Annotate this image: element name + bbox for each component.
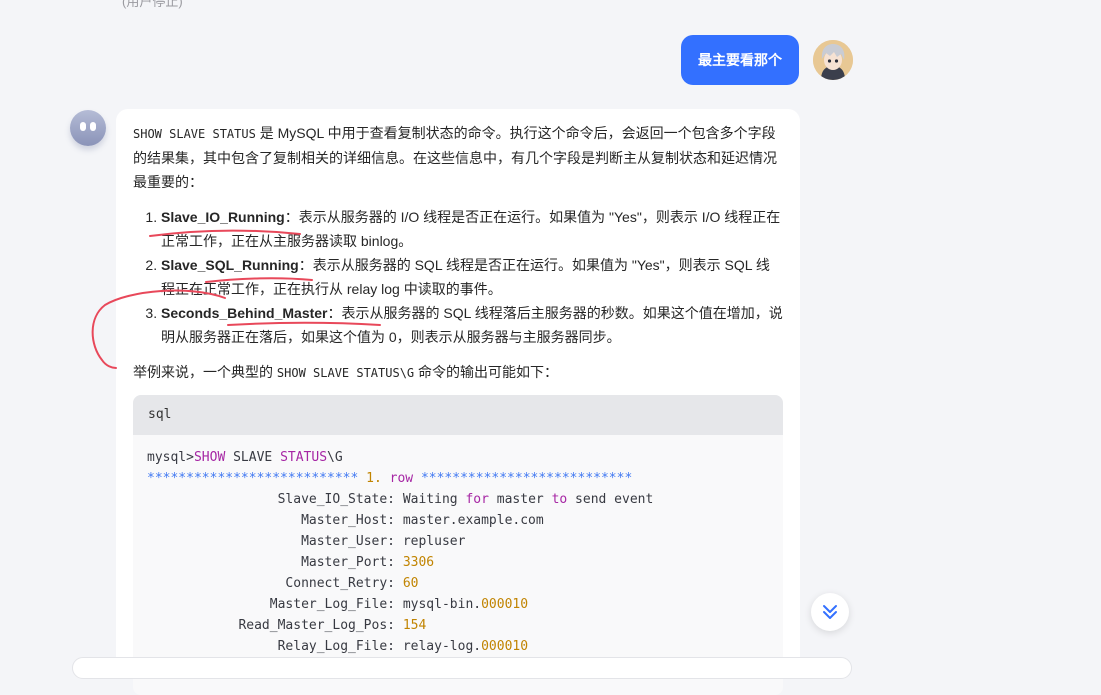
scroll-to-bottom-button[interactable] — [811, 593, 849, 631]
user-avatar[interactable] — [813, 40, 853, 80]
anime-avatar-icon — [813, 40, 853, 80]
example-lead: 举例来说，一个典型的 SHOW SLAVE STATUS\G 命令的输出可能如下… — [133, 360, 783, 385]
code-lang-label: sql — [133, 395, 783, 435]
code-line: Master_Port: 3306 — [301, 555, 435, 570]
code-line: Master_User: repluser — [301, 534, 466, 549]
answer-content: SHOW SLAVE STATUS 是 MySQL 中用于查看复制状态的命令。执… — [133, 121, 783, 695]
inline-code: SHOW SLAVE STATUS — [133, 127, 256, 141]
avatar-eye-icon — [90, 122, 96, 131]
avatar-eye-icon — [80, 122, 86, 131]
stopped-note: (用户停止) — [122, 0, 183, 9]
assistant-avatar — [70, 110, 106, 146]
code-line: Connect_Retry: 60 — [285, 576, 419, 591]
code-line: Master_Log_File: mysql-bin.000010 — [269, 597, 529, 612]
code-line: Slave_IO_State: Waiting for master to se… — [277, 492, 654, 507]
list-item: Slave_SQL_Running：表示从服务器的 SQL 线程是否正在运行。如… — [161, 253, 783, 301]
user-message-row: 最主要看那个 — [681, 35, 853, 85]
example-post: 命令的输出可能如下： — [414, 364, 559, 380]
code-line: Read_Master_Log_Pos: 154 — [238, 618, 427, 633]
message-input-box[interactable] — [72, 657, 852, 679]
list-item: Slave_IO_Running：表示从服务器的 I/O 线程是否正在运行。如果… — [161, 205, 783, 253]
inline-code: SHOW SLAVE STATUS\G — [276, 366, 415, 380]
code-content[interactable]: mysql>SHOW SLAVE STATUS\G **************… — [133, 435, 783, 669]
code-line: Master_Host: master.example.com — [301, 513, 544, 528]
list-item: Seconds_Behind_Master：表示从服务器的 SQL 线程落后主服… — [161, 301, 783, 349]
assistant-message-card: SHOW SLAVE STATUS 是 MySQL 中用于查看复制状态的命令。执… — [116, 109, 800, 695]
code-block: sql mysql>SHOW SLAVE STATUS\G **********… — [133, 395, 783, 695]
user-message-bubble: 最主要看那个 — [681, 35, 799, 85]
double-chevron-down-icon — [823, 605, 837, 619]
field-term: Slave_IO_Running — [161, 209, 285, 225]
code-line: Relay_Log_File: relay-log.000010 — [277, 639, 529, 654]
code-line: *************************** 1. row *****… — [147, 471, 633, 486]
field-term: Seconds_Behind_Master — [161, 305, 328, 321]
answer-intro: SHOW SLAVE STATUS 是 MySQL 中用于查看复制状态的命令。执… — [133, 121, 783, 194]
key-fields-list: Slave_IO_Running：表示从服务器的 I/O 线程是否正在运行。如果… — [133, 205, 783, 349]
code-line: mysql>SHOW SLAVE STATUS\G — [147, 450, 343, 465]
field-term: Slave_SQL_Running — [161, 257, 299, 273]
example-pre: 举例来说，一个典型的 — [133, 364, 277, 380]
